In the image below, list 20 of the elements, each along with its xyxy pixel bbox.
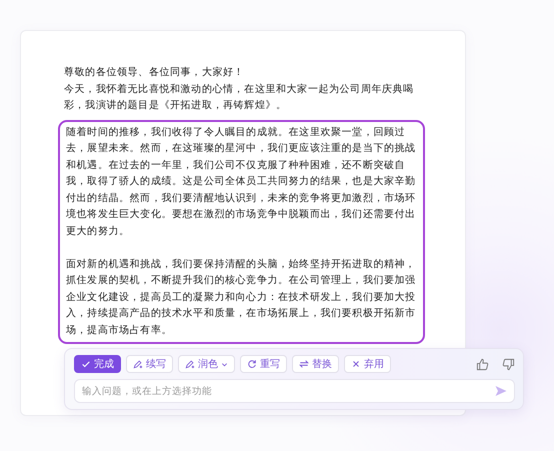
- action-button[interactable]: 完成: [74, 355, 121, 373]
- check-icon: [81, 359, 91, 369]
- pen-sparkle-icon: [185, 359, 195, 369]
- pen-sparkle-icon: [133, 359, 143, 369]
- thumbs-up-icon[interactable]: [476, 358, 489, 370]
- action-button[interactable]: 重写: [240, 355, 287, 373]
- paragraph: 面对新的机遇和挑战，我们要保持清醒的头脑，始终坚持开拓进取的精神，抓住发展的契机，不断提升我们的核心竞争力。在公司管理上，我们要加强企业文化建设，提高员工的凝聚力和向心力：在技术研发上，我们要加大投入，持续提高产品的技术水平和质量，在市场拓展上，我们要积极开拓新市场，提高市场占有率。: [66, 258, 417, 338]
- paragraph: 随着时间的推移，我们收得了令人瞩目的成就。在这里欢聚一堂，回顾过去，展望未来。然而，在这璀璨的星河中，我们更应该注重的是当下的挑战和机遇。在过去的一年里，我们公司不仅克服了种种困难，还不断突破自我，取得了骄人的成绩。这是公司全体员工共同努力的结果，也是大家辛勤付出的结晶。然而，我们要清醒地认识到，未来的竞争将更加激烈，市场环境也将发生巨大变化。要想在激烈的市场竞争中脱颖而出，我们还需要付出更大的努力。: [66, 126, 417, 238]
- caret-icon: [221, 360, 228, 368]
- question-input-field[interactable]: 输入问题，或在上方选择功能: [74, 379, 515, 403]
- action-button[interactable]: 续写: [126, 355, 173, 373]
- close-icon: [351, 359, 361, 369]
- action-button[interactable]: 弃用: [344, 355, 391, 373]
- action-button[interactable]: 润色: [178, 355, 235, 373]
- thumbs-down-icon[interactable]: [502, 358, 515, 370]
- swap-arrows-icon: [299, 359, 309, 369]
- paragraph: 尊敬的各位领导、各位同事，大家好！: [64, 66, 246, 80]
- action-button[interactable]: 替换: [292, 355, 339, 373]
- refresh-icon: [247, 359, 257, 369]
- paragraph: 今天，我怀着无比喜悦和激动的心情，在这里和大家一起为公司周年庆典喝彩，我演讲的题目是《开拓进取，再铸辉煌》。: [64, 82, 415, 113]
